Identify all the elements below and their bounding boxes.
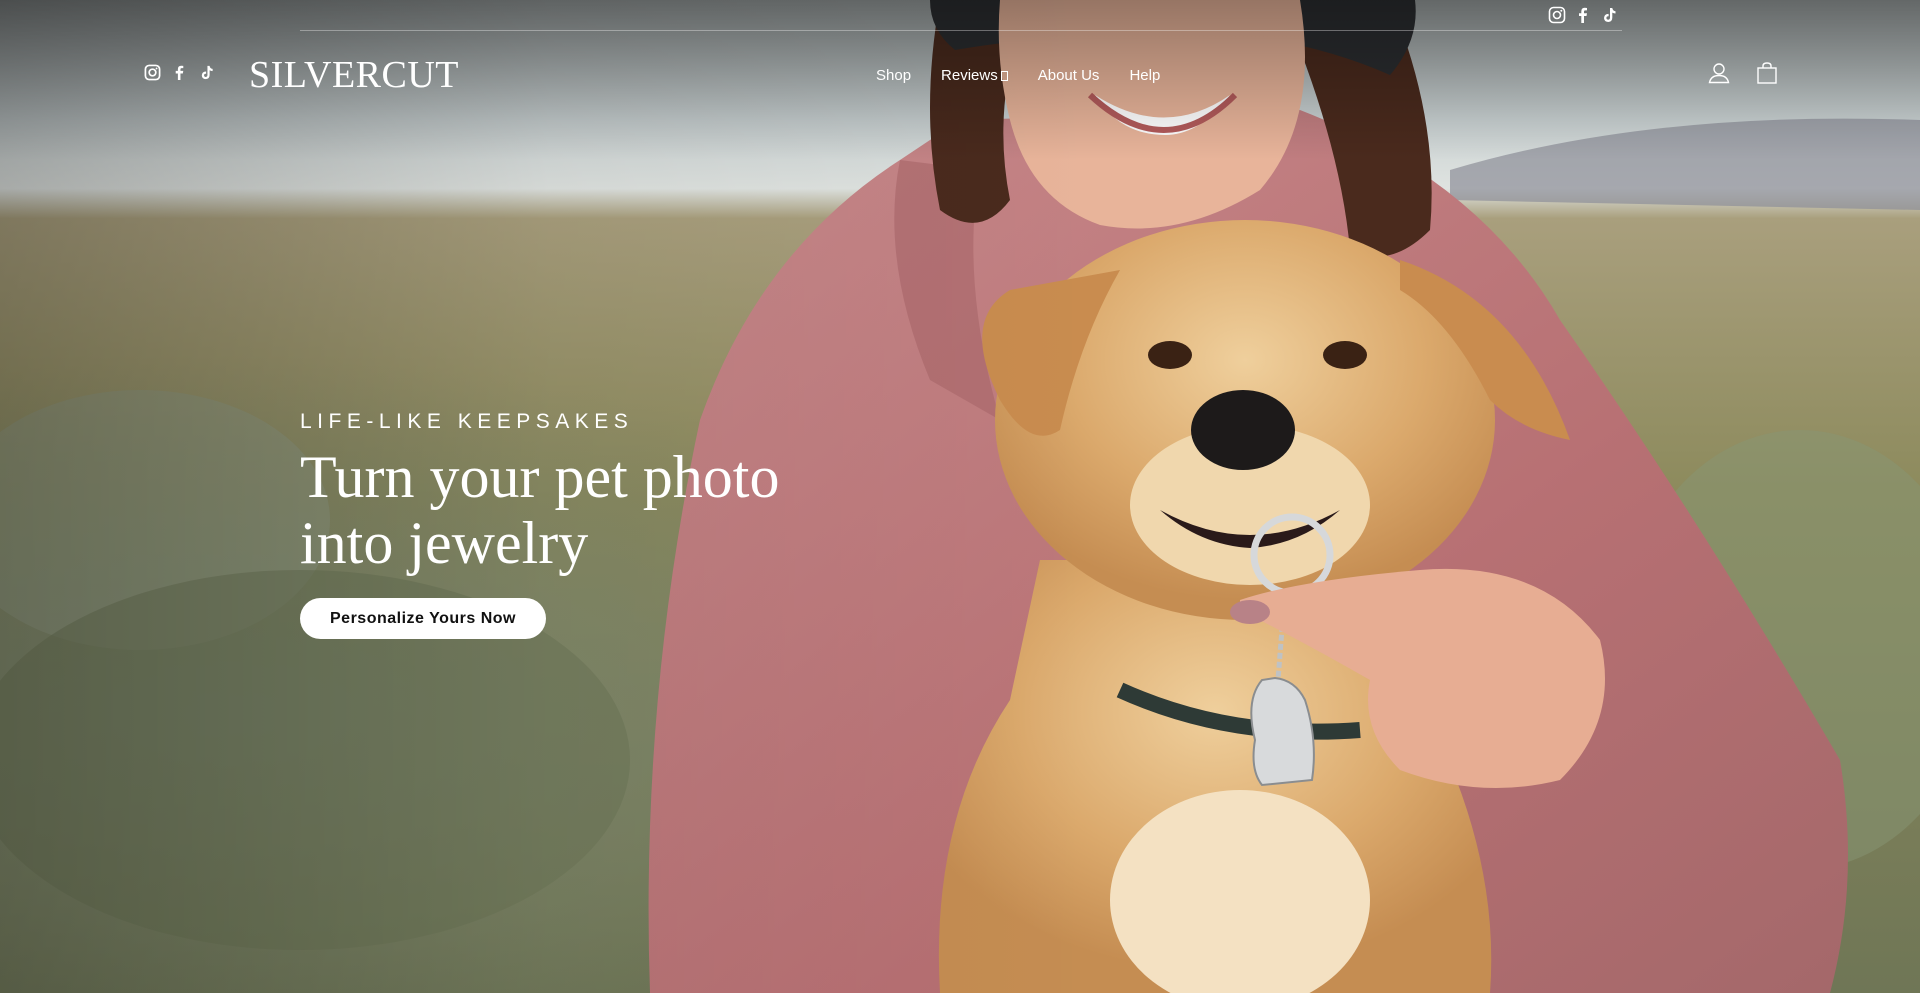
- instagram-icon[interactable]: [1548, 6, 1566, 24]
- site-header: SILVERCUT Shop Reviews About Us Help: [0, 31, 1920, 121]
- hero-headline-line-2: into jewelry: [300, 510, 589, 576]
- nav-reviews[interactable]: Reviews: [941, 67, 1008, 84]
- shopping-bag-icon[interactable]: [1755, 61, 1779, 85]
- announcement-bar: [0, 0, 1920, 31]
- nav-help[interactable]: Help: [1129, 67, 1160, 84]
- top-social-links: [1548, 6, 1618, 24]
- nav-shop[interactable]: Shop: [876, 67, 911, 84]
- tiktok-icon[interactable]: [198, 64, 215, 81]
- missing-glyph-icon: [1000, 70, 1008, 81]
- personalize-button[interactable]: Personalize Yours Now: [300, 598, 546, 639]
- hero-background-image: [0, 0, 1920, 993]
- nav-about-us[interactable]: About Us: [1038, 67, 1100, 84]
- user-icon[interactable]: [1707, 61, 1731, 85]
- hero-headline-line-1: Turn your pet photo: [300, 444, 780, 510]
- header-social-links: [144, 64, 215, 81]
- tiktok-icon[interactable]: [1600, 6, 1618, 24]
- header-actions: [1707, 61, 1779, 85]
- main-nav: Shop Reviews About Us Help: [876, 67, 1160, 84]
- nav-reviews-label: Reviews: [941, 67, 998, 84]
- site-logo[interactable]: SILVERCUT: [249, 56, 459, 94]
- facebook-icon[interactable]: [1574, 6, 1592, 24]
- facebook-icon[interactable]: [171, 64, 188, 81]
- hero-eyebrow: LIFE-LIKE KEEPSAKES: [300, 410, 634, 433]
- instagram-icon[interactable]: [144, 64, 161, 81]
- hero-headline: Turn your pet photo into jewelry: [300, 444, 860, 576]
- hero-content: LIFE-LIKE KEEPSAKES Turn your pet photo …: [300, 410, 860, 639]
